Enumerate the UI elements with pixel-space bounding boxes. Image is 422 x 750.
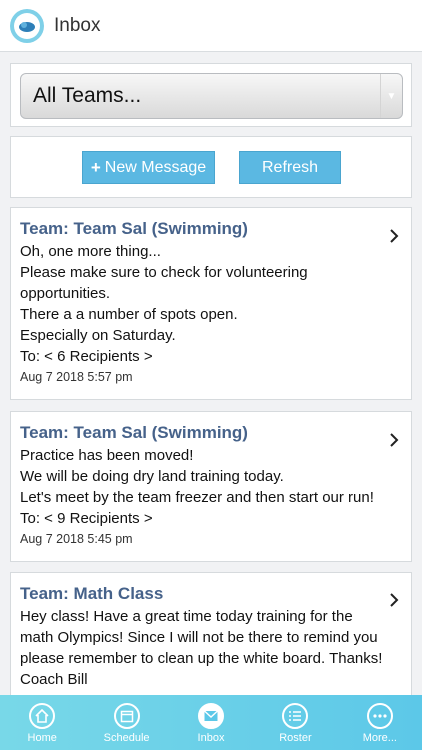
message-line: We will be doing dry land training today… [20, 468, 284, 485]
message-team: Team: Team Sal (Swimming) [20, 423, 248, 442]
chevron-down-icon: ▼ [380, 74, 402, 118]
chevron-right-icon [390, 593, 399, 607]
message-line: Coach Bill [20, 671, 88, 688]
envelope-icon [198, 703, 225, 729]
plus-icon: + [90, 157, 101, 177]
message-line: opportunities. [20, 285, 111, 302]
message-line: Let's meet by the team freezer and then … [20, 489, 374, 506]
more-icon [366, 703, 393, 729]
team-select-value: All Teams... [33, 84, 142, 107]
tab-label: More... [362, 732, 397, 744]
tab-label: Schedule [103, 732, 150, 744]
home-icon [29, 703, 56, 729]
tab-home[interactable]: Home [0, 695, 84, 750]
message-item[interactable]: Team: Team Sal (Swimming) Practice has b… [10, 411, 412, 562]
message-line: Practice has been moved! [20, 447, 194, 464]
refresh-label: Refresh [261, 158, 319, 176]
message-item[interactable]: Team: Math Class Hey class! Have a great… [10, 572, 412, 712]
chevron-right-icon [390, 229, 399, 243]
message-line: Oh, one more thing... [20, 243, 161, 260]
message-line: math Olympics! Since I will not be there… [20, 629, 378, 646]
tab-roster[interactable]: Roster [253, 695, 337, 750]
message-line: Please make sure to check for volunteeri… [20, 264, 308, 281]
new-message-label: New Message [104, 158, 207, 176]
message-recipients[interactable]: To: < 9 Recipients > [20, 508, 402, 529]
message-date: Aug 7 2018 5:45 pm [20, 532, 133, 546]
page-title: Inbox [54, 14, 101, 36]
team-select[interactable]: All Teams... ▼ [20, 73, 403, 119]
tab-schedule[interactable]: Schedule [84, 695, 168, 750]
app-header: Inbox [0, 0, 422, 52]
message-line: There a a number of spots open. [20, 306, 238, 323]
whistle-logo-icon [10, 8, 44, 43]
bottom-tab-bar: Home Schedule Inbox Roster More... [0, 695, 422, 750]
message-item[interactable]: Team: Team Sal (Swimming) Oh, one more t… [10, 207, 412, 400]
tab-inbox[interactable]: Inbox [169, 695, 253, 750]
message-team: Team: Math Class [20, 584, 164, 603]
message-line: Hey class! Have a great time today train… [20, 608, 353, 625]
message-line: please remember to clean up the white bo… [20, 650, 383, 667]
message-date: Aug 7 2018 5:57 pm [20, 370, 133, 384]
message-team: Team: Team Sal (Swimming) [20, 219, 248, 238]
message-line: Especially on Saturday. [20, 327, 176, 344]
tab-more[interactable]: More... [338, 695, 422, 750]
refresh-button[interactable]: Refresh [239, 151, 341, 184]
tab-label: Inbox [197, 732, 225, 744]
chevron-right-icon [390, 433, 399, 447]
tab-label: Roster [279, 732, 312, 744]
calendar-icon [113, 703, 140, 729]
list-icon [282, 703, 309, 729]
actions-panel: + New Message Refresh [10, 136, 412, 198]
new-message-button[interactable]: + New Message [82, 151, 215, 184]
team-filter-panel: All Teams... ▼ [10, 63, 412, 127]
message-recipients[interactable]: To: < 6 Recipients > [20, 346, 402, 367]
tab-label: Home [27, 732, 57, 744]
